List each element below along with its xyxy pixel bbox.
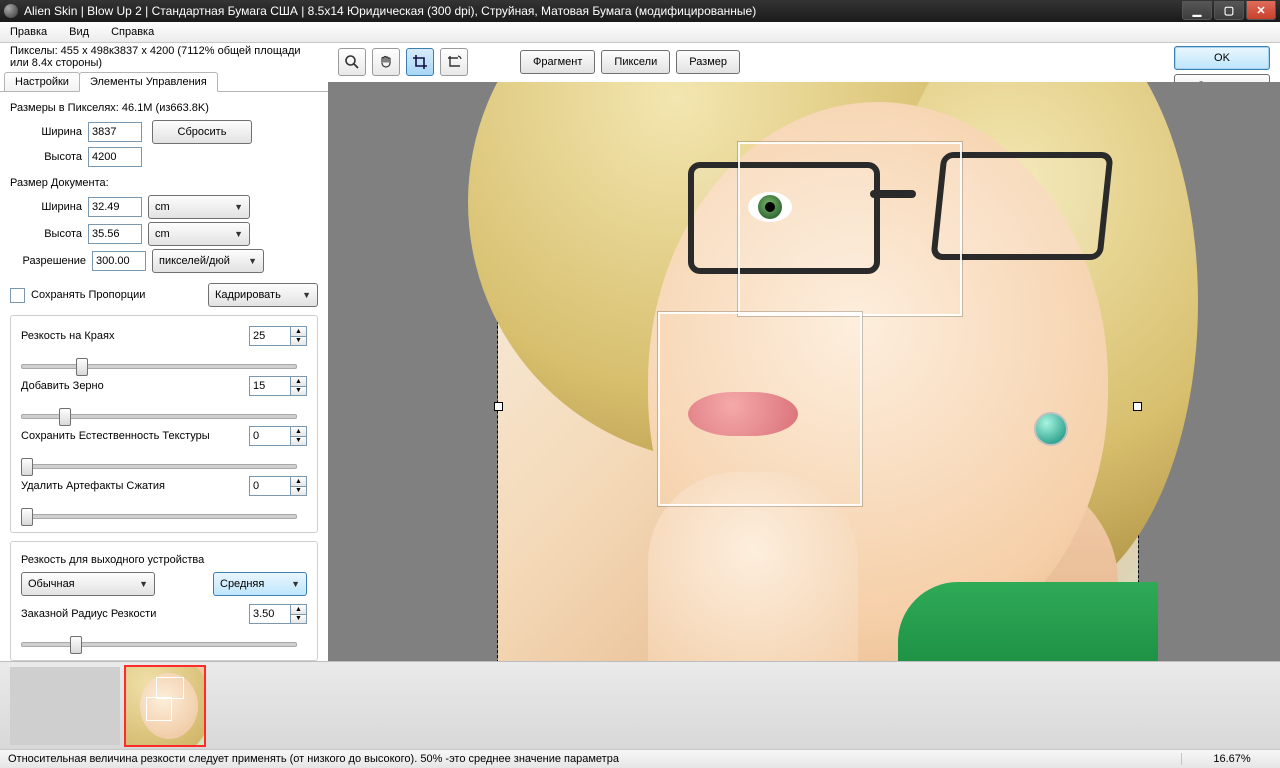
doc-width-unit-value: cm <box>155 201 170 213</box>
resolution-input[interactable] <box>92 251 146 271</box>
keep-texture-spinner[interactable]: ▲▼ <box>249 426 307 446</box>
tab-settings[interactable]: Настройки <box>4 72 80 91</box>
keep-proportions-label: Сохранять Пропорции <box>31 289 145 301</box>
keep-texture-input[interactable] <box>249 426 290 446</box>
spin-up-icon[interactable]: ▲ <box>291 427 306 437</box>
pixels-button[interactable]: Пиксели <box>601 50 670 74</box>
checkbox-icon <box>10 288 25 303</box>
crop-rotate-icon <box>446 54 462 70</box>
keep-proportions-checkbox[interactable]: Сохранять Пропорции <box>10 288 145 303</box>
window-maximize-button[interactable]: ▢ <box>1214 1 1244 20</box>
menubar: Правка Вид Справка <box>0 22 1280 43</box>
preview-image <box>498 82 1138 661</box>
remove-artifacts-slider[interactable] <box>21 506 297 524</box>
pan-icon <box>378 54 394 70</box>
controls-panel: Размеры в Пикселях: 46.1M (из663.8K) Шир… <box>0 92 328 661</box>
selection-box[interactable] <box>738 142 962 316</box>
output-sharpen-title: Резкость для выходного устройства <box>21 554 307 566</box>
app-icon <box>4 4 18 18</box>
width-label: Ширина <box>10 126 88 138</box>
doc-width-label: Ширина <box>10 201 88 213</box>
thumbnail-placeholder <box>10 667 120 745</box>
menu-edit[interactable]: Правка <box>6 24 51 40</box>
menu-view[interactable]: Вид <box>65 24 93 40</box>
pixel-height-input[interactable] <box>88 147 142 167</box>
pixel-width-input[interactable] <box>88 122 142 142</box>
crop-rotate-tool[interactable] <box>440 48 468 76</box>
doc-height-input[interactable] <box>88 224 142 244</box>
spin-up-icon[interactable]: ▲ <box>291 377 306 387</box>
window-close-button[interactable]: ✕ <box>1246 1 1276 20</box>
doc-height-unit-value: cm <box>155 228 170 240</box>
tab-controls[interactable]: Элементы Управления <box>79 72 218 92</box>
crop-mode-value: Кадрировать <box>215 289 281 301</box>
keep-texture-label: Сохранить Естественность Текстуры <box>21 430 249 442</box>
output-level-value: Средняя <box>220 578 264 590</box>
preview-viewport[interactable] <box>328 82 1280 661</box>
add-grain-input[interactable] <box>249 376 290 396</box>
resolution-unit-select[interactable]: пикселей/дюй▼ <box>152 249 264 273</box>
sharpen-edges-slider[interactable] <box>21 356 297 374</box>
doc-width-input[interactable] <box>88 197 142 217</box>
height-label: Высота <box>10 151 88 163</box>
window-title: Alien Skin | Blow Up 2 | Стандартная Бум… <box>24 4 1180 18</box>
crop-tool[interactable] <box>406 48 434 76</box>
doc-size-title: Размер Документа: <box>10 177 318 189</box>
statusbar: Относительная величина резкости следует … <box>0 749 1280 768</box>
output-sharpen-group: Резкость для выходного устройства Обычна… <box>10 541 318 661</box>
thumbnail-strip <box>0 661 1280 750</box>
add-grain-label: Добавить Зерно <box>21 380 249 392</box>
pixel-size-title: Размеры в Пикселях: 46.1M (из663.8K) <box>10 102 318 114</box>
spin-down-icon[interactable]: ▼ <box>291 615 306 624</box>
custom-radius-input[interactable] <box>249 604 290 624</box>
resolution-unit-value: пикселей/дюй <box>159 255 230 267</box>
sharpen-edges-input[interactable] <box>249 326 290 346</box>
reset-button[interactable]: Сбросить <box>152 120 252 144</box>
spin-down-icon[interactable]: ▼ <box>291 437 306 446</box>
spin-up-icon[interactable]: ▲ <box>291 477 306 487</box>
window-titlebar: Alien Skin | Blow Up 2 | Стандартная Бум… <box>0 0 1280 22</box>
output-preset-value: Обычная <box>28 578 75 590</box>
fragment-button[interactable]: Фрагмент <box>520 50 595 74</box>
size-button[interactable]: Размер <box>676 50 740 74</box>
pan-tool[interactable] <box>372 48 400 76</box>
add-grain-slider[interactable] <box>21 406 297 424</box>
custom-radius-label: Заказной Радиус Резкости <box>21 608 249 620</box>
zoom-icon <box>344 54 360 70</box>
remove-artifacts-input[interactable] <box>249 476 290 496</box>
remove-artifacts-label: Удалить Артефакты Сжатия <box>21 480 249 492</box>
output-preset-select[interactable]: Обычная▼ <box>21 572 155 596</box>
crop-icon <box>412 54 428 70</box>
status-text: Относительная величина резкости следует … <box>8 753 1181 765</box>
spin-down-icon[interactable]: ▼ <box>291 487 306 496</box>
zoom-tool[interactable] <box>338 48 366 76</box>
resolution-label: Разрешение <box>10 255 92 267</box>
thumbnail-selected[interactable] <box>124 665 206 747</box>
doc-width-unit-select[interactable]: cm▼ <box>148 195 250 219</box>
output-level-select[interactable]: Средняя▼ <box>213 572 307 596</box>
doc-height-unit-select[interactable]: cm▼ <box>148 222 250 246</box>
doc-height-label: Высота <box>10 228 88 240</box>
spin-down-icon[interactable]: ▼ <box>291 387 306 396</box>
remove-artifacts-spinner[interactable]: ▲▼ <box>249 476 307 496</box>
status-zoom: 16.67% <box>1181 753 1272 765</box>
spin-down-icon[interactable]: ▼ <box>291 337 306 346</box>
custom-radius-spinner[interactable]: ▲▼ <box>249 604 307 624</box>
earring-icon <box>1034 412 1068 446</box>
custom-radius-slider[interactable] <box>21 634 297 652</box>
sharpen-edges-label: Резкость на Краях <box>21 330 249 342</box>
toolbar: Фрагмент Пиксели Размер <box>328 42 1280 82</box>
spin-up-icon[interactable]: ▲ <box>291 327 306 337</box>
selection-box[interactable] <box>658 312 862 506</box>
pixel-info: Пикселы: 455 x 498к3837 x 4200 (7112% об… <box>0 42 328 71</box>
crop-mode-select[interactable]: Кадрировать▼ <box>208 283 318 307</box>
keep-texture-slider[interactable] <box>21 456 297 474</box>
spin-up-icon[interactable]: ▲ <box>291 605 306 615</box>
sharpening-group: Резкость на Краях ▲▼ Добавить Зерно ▲▼ <box>10 315 318 533</box>
add-grain-spinner[interactable]: ▲▼ <box>249 376 307 396</box>
sharpen-edges-spinner[interactable]: ▲▼ <box>249 326 307 346</box>
window-minimize-button[interactable]: ▁ <box>1182 1 1212 20</box>
tabstrip: Настройки Элементы Управления <box>0 71 328 92</box>
menu-help[interactable]: Справка <box>107 24 158 40</box>
